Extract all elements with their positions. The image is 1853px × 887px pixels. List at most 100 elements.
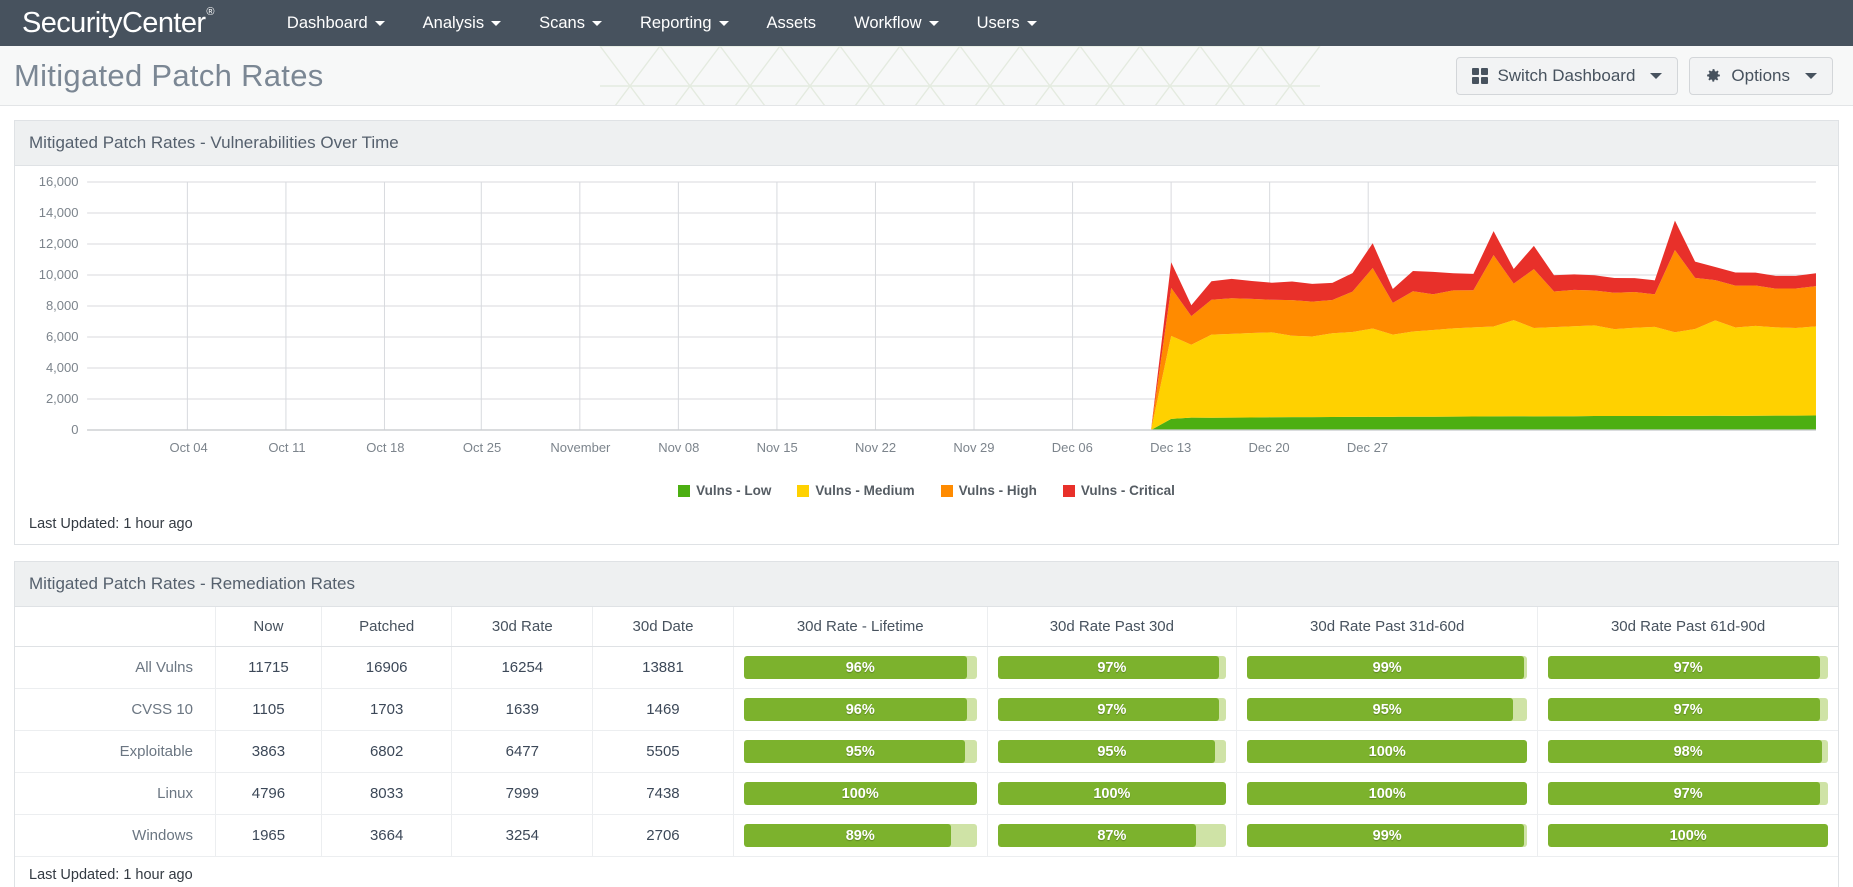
vulnerabilities-over-time-chart[interactable]: 0 2,000 4,000 6,000 8,000 10,000 12,000 14,000 1… [25, 174, 1828, 474]
nav-label-reporting: Reporting [639, 13, 712, 32]
dashboard-content: Mitigated Patch Rates - Vulnerabilities … [0, 106, 1853, 887]
chevron-down-icon [591, 20, 602, 26]
progress-bar-label: 96% [845, 701, 875, 718]
row-label: Windows [15, 814, 216, 857]
progress-bar-cell: 97% [1537, 688, 1838, 731]
progress-bar: 100% [1247, 740, 1528, 763]
cell-patched: 6802 [320, 730, 452, 773]
x-axis-tick-label: Dec 27 [1347, 440, 1388, 455]
progress-bar-cell: 95% [986, 730, 1237, 773]
x-axis-tick-label: Dec 13 [1150, 440, 1191, 455]
progress-bar-cell: 97% [986, 646, 1237, 689]
progress-bar-cell: 89% [732, 814, 988, 857]
progress-bar-cell: 98% [1537, 730, 1838, 773]
x-axis-tick-label: Oct 25 [463, 440, 501, 455]
options-button[interactable]: Options [1689, 56, 1833, 95]
chart-legend-item[interactable]: Vulns - Low [678, 483, 771, 498]
table-header-cell[interactable]: 30d Rate - Lifetime [732, 607, 988, 647]
chevron-down-icon [374, 20, 385, 26]
header-watermark-graphic [599, 46, 1321, 105]
y-axis-tick-label: 2,000 [46, 391, 79, 406]
progress-bar-label: 99% [1372, 827, 1402, 844]
chevron-down-icon [1026, 20, 1037, 26]
cell-30d-rate: 1639 [451, 688, 593, 731]
progress-bar: 100% [997, 782, 1227, 805]
table-header-cell[interactable]: 30d Date [592, 607, 734, 647]
nav-label-dashboard: Dashboard [286, 13, 368, 32]
x-axis-tick-label: Oct 18 [366, 440, 404, 455]
progress-bar-cell: 100% [732, 772, 988, 815]
progress-bar: 97% [1548, 656, 1828, 679]
legend-color-swatch [678, 484, 691, 497]
y-axis-tick-label: 12,000 [39, 236, 79, 251]
x-axis-tick-label: Nov 08 [658, 440, 699, 455]
nav-label-assets: Assets [766, 13, 817, 32]
table-row[interactable]: Exploitable 3863 6802 6477 5505 95% 95% 100% 98% [15, 730, 1838, 773]
nav-item-scans[interactable]: Scans [520, 0, 621, 46]
nav-item-workflow[interactable]: Workflow [835, 0, 958, 46]
legend-color-swatch [797, 484, 810, 497]
x-axis-tick-label: Dec 20 [1248, 440, 1289, 455]
progress-bar: 97% [1548, 782, 1828, 805]
table-header-cell[interactable]: 30d Rate Past 30d [986, 607, 1237, 647]
y-axis-tick-label: 8,000 [46, 298, 79, 313]
nav-item-analysis[interactable]: Analysis [404, 0, 520, 46]
chevron-down-icon [1650, 72, 1663, 79]
x-axis-tick-label: Nov 15 [757, 440, 798, 455]
progress-bar: 99% [1247, 656, 1528, 679]
table-header-cell[interactable]: 30d Rate Past 31d-60d [1236, 607, 1538, 647]
progress-bar-label: 97% [1673, 659, 1703, 676]
page-title: Mitigated Patch Rates [14, 57, 324, 93]
progress-bar-label: 100% [1669, 827, 1707, 844]
chart-legend-item[interactable]: Vulns - High [940, 483, 1037, 498]
y-axis-tick-label: 0 [71, 422, 78, 437]
progress-bar-cell: 97% [986, 688, 1237, 731]
x-axis-tick-label: November [550, 440, 611, 455]
y-axis-tick-label: 4,000 [46, 360, 79, 375]
chevron-down-icon [491, 20, 502, 26]
table-header-cell[interactable]: 30d Rate Past 61d-90d [1537, 607, 1838, 647]
gear-icon [1707, 69, 1721, 82]
legend-label: Vulns - High [958, 483, 1037, 498]
progress-bar-cell: 97% [1537, 646, 1838, 689]
progress-bar-label: 95% [1097, 743, 1127, 760]
app-logo[interactable]: SecurityCenter® [22, 6, 214, 38]
nav-label-scans: Scans [539, 13, 585, 32]
y-axis-tick-label: 10,000 [39, 267, 79, 282]
table-header-cell[interactable]: Patched [320, 607, 452, 647]
progress-bar: 100% [1548, 824, 1828, 847]
progress-bar: 87% [997, 824, 1227, 847]
chart-legend-item[interactable]: Vulns - Critical [1062, 483, 1175, 498]
top-navbar: SecurityCenter® Dashboard Analysis Scans… [0, 0, 1853, 46]
legend-label: Vulns - Medium [815, 483, 915, 498]
chevron-down-icon [718, 20, 729, 26]
nav-item-users[interactable]: Users [958, 0, 1056, 46]
table-header-cell[interactable]: Now [215, 607, 322, 647]
nav-label-workflow: Workflow [854, 13, 922, 32]
nav-item-reporting[interactable]: Reporting [621, 0, 748, 46]
chart-panel-title: Mitigated Patch Rates - Vulnerabilities … [15, 121, 1838, 166]
nav-item-dashboard[interactable]: Dashboard [268, 0, 404, 46]
table-header-cell[interactable]: 30d Rate [451, 607, 593, 647]
progress-bar-label: 87% [1097, 827, 1127, 844]
cell-patched: 8033 [320, 772, 452, 815]
switch-dashboard-button[interactable]: Switch Dashboard [1456, 56, 1679, 95]
progress-bar: 95% [743, 740, 977, 763]
table-row[interactable]: CVSS 10 1105 1703 1639 1469 96% 97% 95% 97% [15, 688, 1838, 731]
progress-bar: 100% [743, 782, 977, 805]
table-row[interactable]: Windows 1965 3664 3254 2706 89% 87% 99% 100% [15, 814, 1838, 857]
cell-30d-rate: 3254 [451, 814, 593, 857]
table-row[interactable]: All Vulns 11715 16906 16254 13881 96% 97% 99% 97… [15, 646, 1838, 689]
x-axis-tick-label: Oct 11 [268, 440, 305, 455]
table-row[interactable]: Linux 4796 8033 7999 7438 100% 100% 100% 97% [15, 772, 1838, 815]
legend-label: Vulns - Low [696, 483, 772, 498]
header-actions: Switch Dashboard Options [1456, 56, 1833, 95]
progress-bar-cell: 100% [1537, 814, 1838, 857]
chart-legend-item[interactable]: Vulns - Medium [797, 483, 915, 498]
cell-patched: 1703 [320, 688, 452, 731]
table-last-updated: Last Updated: 1 hour ago [15, 857, 1838, 887]
table-header-cell-label[interactable] [15, 607, 216, 647]
chart-last-updated: Last Updated: 1 hour ago [15, 506, 1838, 544]
cell-30d-date: 5505 [592, 730, 734, 773]
nav-item-assets[interactable]: Assets [748, 0, 836, 46]
